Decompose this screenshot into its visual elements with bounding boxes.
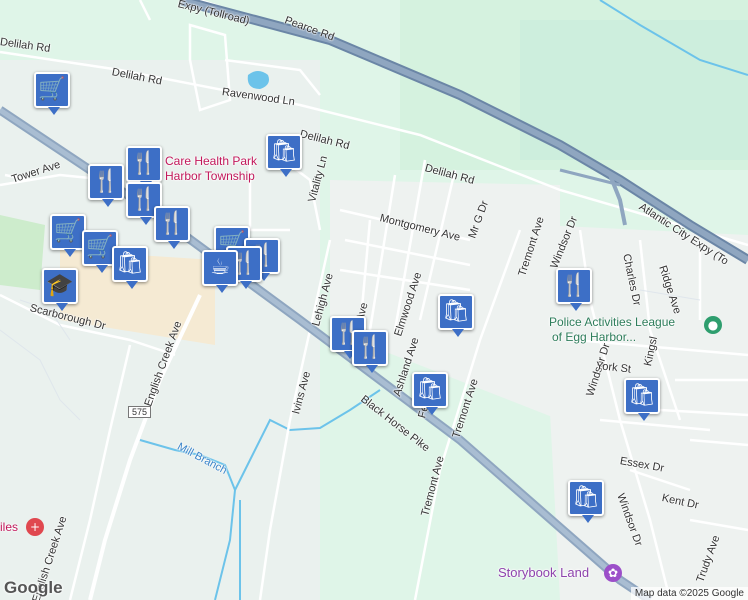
shopping-bag-icon[interactable]: 🛍 — [438, 294, 474, 337]
pin-glyph: 🍴 — [560, 273, 588, 298]
pin-glyph: 🛍 — [270, 139, 298, 164]
shopping-bag-icon[interactable]: 🛍 — [568, 480, 604, 523]
pin-glyph: 🍴 — [356, 335, 384, 360]
pin-glyph: 🍴 — [130, 151, 158, 176]
storybook-marker-icon[interactable]: ✿ — [604, 564, 622, 582]
pin-glyph: 🛍 — [572, 485, 600, 510]
shopping-bag-icon[interactable]: 🛍 — [266, 134, 302, 177]
shopping-bag-icon[interactable]: 🛍 — [624, 378, 660, 421]
place-label-health-park[interactable]: Care Health Park — [165, 154, 257, 168]
pin-glyph: 🛍 — [416, 377, 444, 402]
school-icon[interactable]: 🎓 — [42, 268, 78, 311]
hospital-marker-icon[interactable]: + — [26, 518, 44, 536]
park-area — [0, 215, 45, 290]
pin-glyph: 🎓 — [46, 273, 74, 298]
place-label-police-league-2[interactable]: of Egg Harbor... — [552, 330, 636, 344]
shopping-bag-icon[interactable]: 🛍 — [112, 246, 148, 289]
map-attribution[interactable]: Map data ©2025 Google — [630, 587, 748, 600]
shopping-bag-icon[interactable]: 🛍 — [412, 372, 448, 415]
place-label-health-park-2[interactable]: Harbor Township — [165, 169, 255, 183]
fork-knife-icon[interactable]: 🍴 — [556, 268, 592, 311]
pin-glyph: 🛍 — [442, 299, 470, 324]
place-label-storybook[interactable]: Storybook Land — [498, 565, 589, 580]
map-canvas[interactable]: Expy (Tollroad) Pearce Rd Delilah Rd Del… — [0, 0, 748, 600]
police-league-marker-icon[interactable]: ● — [704, 316, 722, 334]
pin-glyph: ☕ — [210, 255, 230, 280]
fork-knife-icon[interactable]: 🍴 — [88, 164, 124, 207]
pin-glyph: 🛒 — [86, 235, 114, 260]
pin-glyph: 🍴 — [158, 211, 186, 236]
google-logo: Google — [4, 578, 63, 597]
shopping-cart-icon[interactable]: 🛒 — [34, 72, 70, 115]
place-label-iles[interactable]: iles — [0, 520, 18, 534]
fork-knife-icon[interactable]: 🍴 — [126, 146, 162, 189]
pin-glyph: 🛒 — [54, 219, 82, 244]
pin-glyph: 🍴 — [92, 169, 120, 194]
pin-glyph: 🛍 — [116, 251, 144, 276]
shopping-cart-icon[interactable]: 🛒 — [50, 214, 86, 257]
coffee-cup-icon[interactable]: ☕ — [202, 250, 238, 293]
route-575-shield: 575 — [128, 406, 152, 418]
fork-knife-icon[interactable]: 🍴 — [154, 206, 190, 249]
fork-knife-icon[interactable]: 🍴 — [352, 330, 388, 373]
pin-glyph: 🛍 — [628, 383, 656, 408]
place-label-police-league[interactable]: Police Activities League — [549, 315, 675, 329]
pin-glyph: 🛒 — [38, 77, 66, 102]
